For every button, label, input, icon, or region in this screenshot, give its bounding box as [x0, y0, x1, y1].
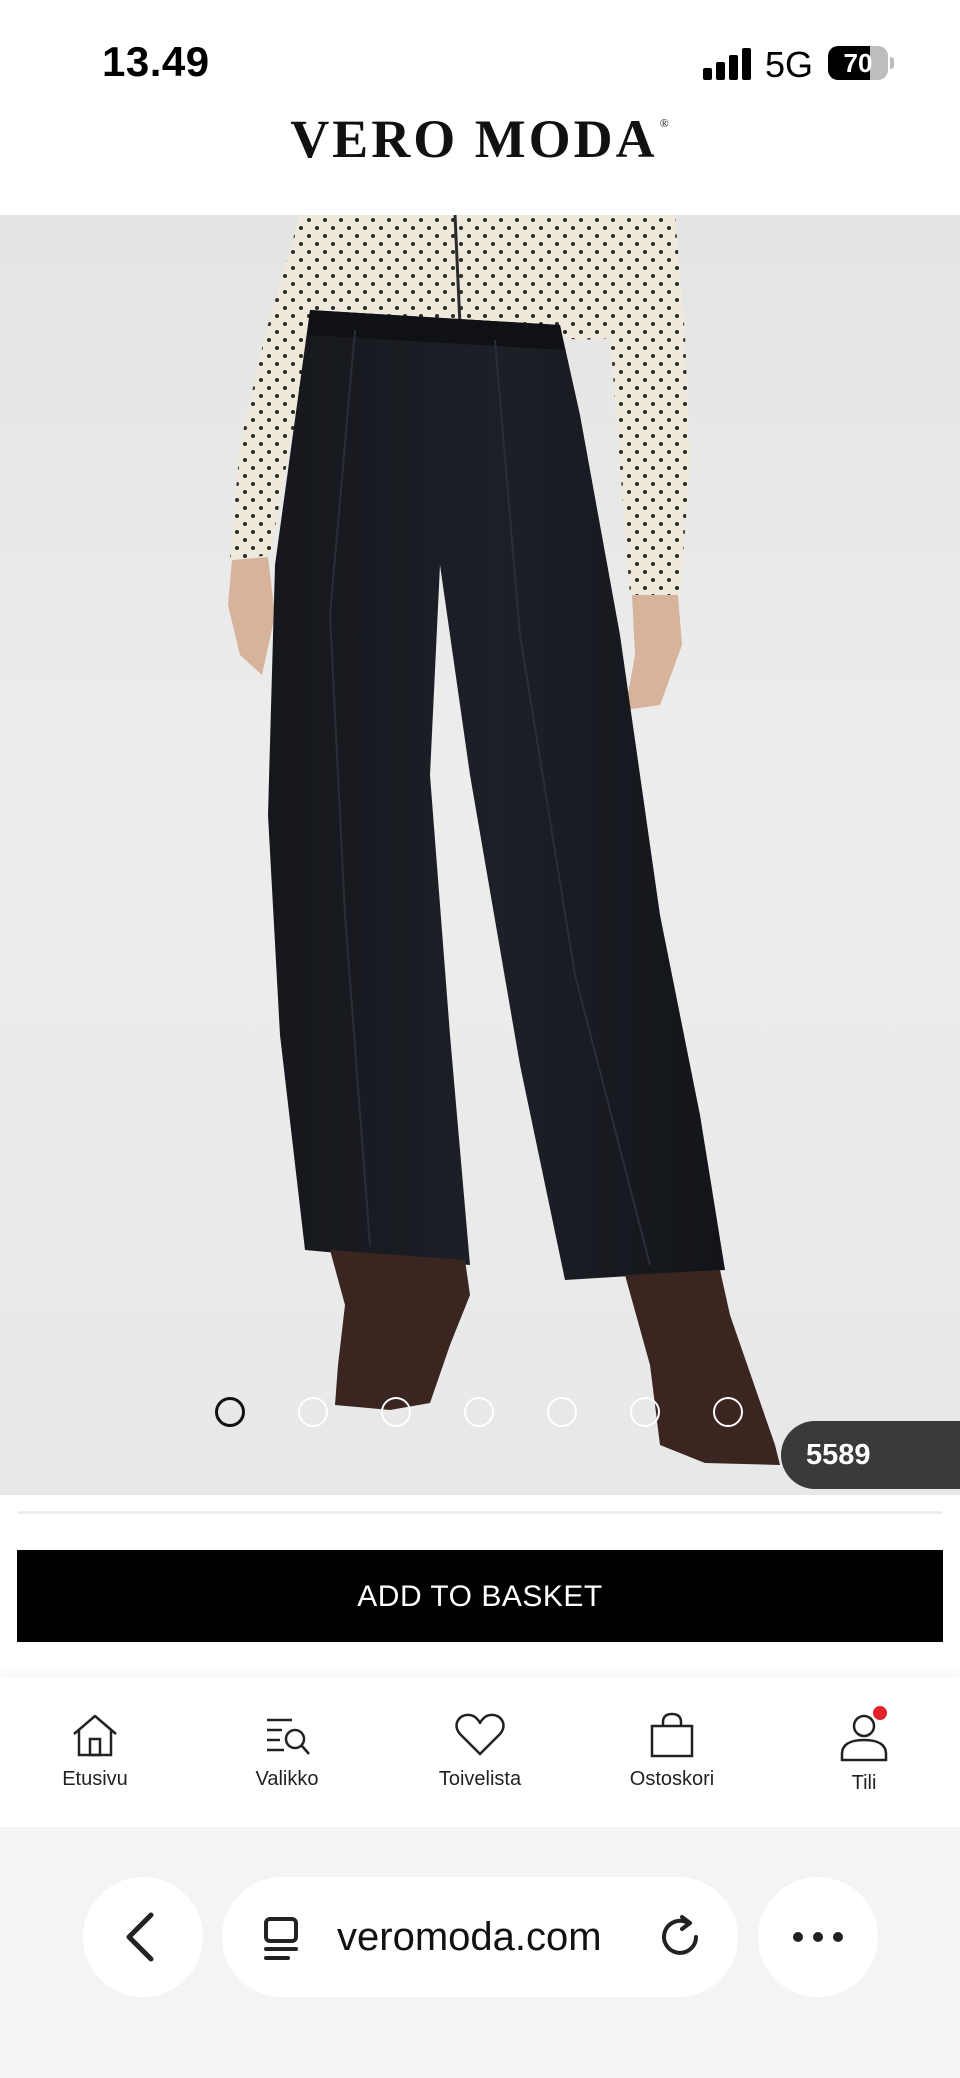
signal-icon	[703, 48, 751, 80]
nav-label-cart: Ostoskori	[629, 1768, 715, 1790]
page-menu-icon	[264, 1917, 298, 1960]
product-photo	[228, 215, 780, 1465]
nav-item-menu[interactable]: Valikko	[212, 1712, 362, 1791]
browser-more-button[interactable]	[758, 1877, 878, 1997]
address-bar[interactable]: veromoda.com	[222, 1877, 738, 1997]
battery-percent: 70	[843, 48, 873, 78]
nav-item-home[interactable]: Etusivu	[20, 1712, 170, 1791]
carousel-dot-active[interactable]	[215, 1397, 245, 1427]
nav-item-account[interactable]: Tili	[789, 1706, 939, 1795]
carousel-dots	[0, 1397, 960, 1431]
carousel-dot[interactable]	[713, 1397, 743, 1427]
back-icon	[126, 1912, 154, 1962]
nav-label-account: Tili	[851, 1772, 877, 1794]
sku-badge[interactable]: 5589	[781, 1421, 960, 1489]
bottom-nav: Etusivu Valikko Toivelista Ostoskori Til…	[0, 1677, 960, 1827]
nav-item-wishlist[interactable]: Toivelista	[405, 1712, 555, 1791]
registered-mark: ®	[659, 116, 672, 130]
nav-label-menu: Valikko	[255, 1768, 319, 1790]
divider	[18, 1511, 942, 1514]
brand-name: VERO MODA	[290, 109, 658, 169]
menu-search-icon	[267, 1718, 310, 1755]
nav-item-cart[interactable]: Ostoskori	[597, 1712, 747, 1791]
notification-dot	[873, 1706, 887, 1720]
carousel-dot[interactable]	[547, 1397, 577, 1427]
browser-toolbar: veromoda.com	[0, 1827, 960, 2078]
browser-back-button[interactable]	[83, 1877, 203, 1997]
url-text[interactable]: veromoda.com	[337, 1877, 602, 1997]
add-to-basket-button[interactable]: ADD TO BASKET	[17, 1550, 943, 1642]
product-image[interactable]: 5589	[0, 215, 960, 1495]
status-bar: 13.49 5G 70	[0, 0, 960, 110]
network-type: 5G	[765, 44, 814, 85]
carousel-dot[interactable]	[464, 1397, 494, 1427]
shopping-bag-icon	[650, 1712, 694, 1758]
basket-area: ADD TO BASKET	[0, 1495, 960, 1675]
brand-logo[interactable]: VERO MODA ®	[0, 108, 960, 170]
carousel-dot[interactable]	[381, 1397, 411, 1427]
more-icon	[793, 1932, 843, 1942]
carousel-dot[interactable]	[298, 1397, 328, 1427]
nav-label-wishlist: Toivelista	[438, 1768, 522, 1790]
battery-icon: 70	[828, 46, 894, 80]
carousel-dot[interactable]	[630, 1397, 660, 1427]
heart-icon	[455, 1713, 505, 1756]
status-time: 13.49	[102, 38, 210, 85]
home-icon	[73, 1714, 117, 1757]
reload-icon[interactable]	[652, 1877, 712, 1997]
nav-label-home: Etusivu	[62, 1768, 128, 1790]
